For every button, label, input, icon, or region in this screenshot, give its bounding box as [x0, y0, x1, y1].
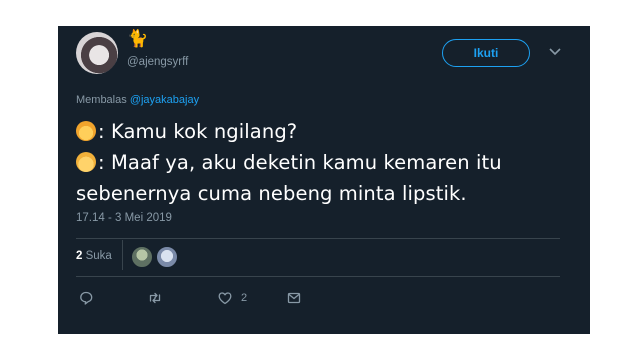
boy-emoji-icon [76, 152, 96, 172]
timestamp[interactable]: 17.14 - 3 Mei 2019 [76, 212, 172, 224]
tweet-card: 🐈 @ajengsyrff Ikuti Membalas @jayakabaja… [58, 26, 590, 334]
user-handle[interactable]: @ajengsyrff [127, 56, 188, 68]
girl-emoji-icon [76, 121, 96, 141]
envelope-icon [287, 292, 301, 304]
tweet-line-2: : Maaf ya, aku deketin kamu kemaren itu [98, 151, 502, 174]
follow-button[interactable]: Ikuti [442, 39, 530, 67]
divider [76, 238, 560, 239]
retweet-button[interactable] [147, 288, 163, 308]
reply-context: Membalas @jayakabajay [76, 94, 199, 106]
tweet-line-1: : Kamu kok ngilang? [98, 120, 298, 143]
liker-avatar[interactable] [131, 246, 153, 268]
liker-avatar[interactable] [156, 246, 178, 268]
direct-message-button[interactable] [286, 288, 302, 308]
comment-icon [80, 291, 93, 305]
chevron-down-icon[interactable] [548, 44, 562, 58]
reply-to-link[interactable]: @jayakabajay [130, 94, 199, 106]
likes-separator [122, 240, 123, 270]
display-name-emoji[interactable]: 🐈 [127, 29, 148, 49]
avatar[interactable] [76, 32, 118, 74]
divider [76, 276, 560, 277]
like-button[interactable]: 2 [217, 288, 247, 308]
like-count: 2 [241, 292, 248, 304]
tweet-line-3: sebenernya cuma nebeng minta lipstik. [76, 182, 467, 205]
likes-count: 2 [76, 250, 83, 262]
reply-button[interactable] [78, 288, 94, 308]
heart-icon [218, 292, 232, 305]
tweet-text: : Kamu kok ngilang? : Maaf ya, aku deket… [76, 116, 576, 209]
likes-summary[interactable]: 2 Suka [76, 250, 112, 262]
reply-prefix: Membalas [76, 94, 127, 106]
retweet-icon [149, 292, 161, 304]
likes-label: Suka [85, 250, 112, 262]
